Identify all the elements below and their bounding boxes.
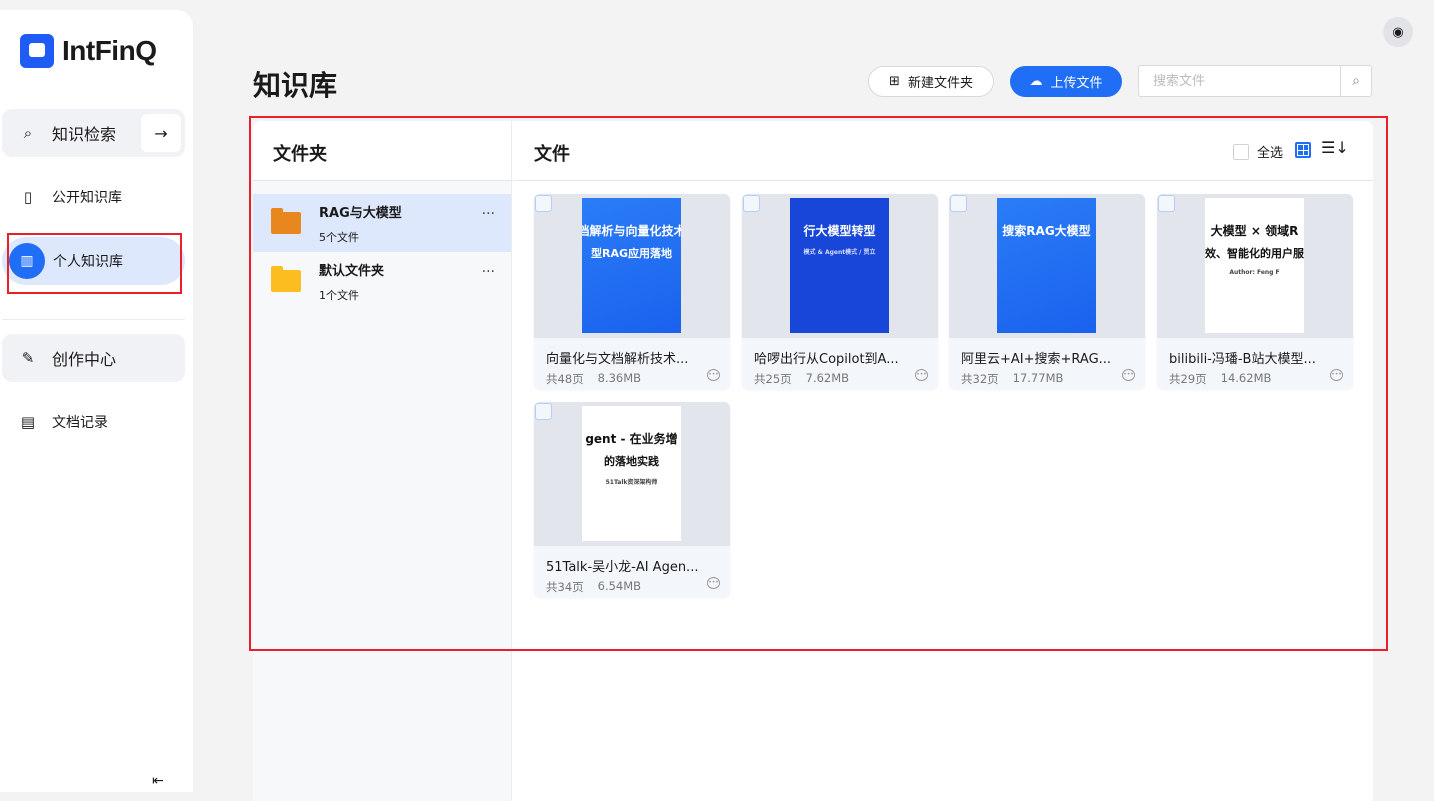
sidebar-item-document-history[interactable]: ▤ 文档记录 bbox=[2, 398, 185, 446]
chat-icon[interactable]: ••• bbox=[915, 369, 928, 381]
file-size: 6.54MB bbox=[597, 579, 642, 593]
file-pages: 共25页 bbox=[754, 372, 792, 386]
chat-icon[interactable]: ••• bbox=[1122, 369, 1135, 381]
sidebar-item-creation-center[interactable]: ✎ 创作中心 bbox=[2, 334, 185, 382]
more-icon[interactable]: ··· bbox=[482, 206, 495, 222]
chat-icon[interactable]: ••• bbox=[707, 577, 720, 589]
new-folder-button[interactable]: ⊞ 新建文件夹 bbox=[868, 66, 994, 97]
document-cover: 行大模型转型 模式 & Agent模式 / 贾立 bbox=[790, 198, 889, 333]
book-icon: ▯ bbox=[23, 188, 33, 206]
sidebar-item-label: 个人知识库 bbox=[53, 254, 123, 270]
file-pages: 共34页 bbox=[546, 580, 584, 594]
file-card[interactable]: gent - 在业务增 的落地实践 51Talk资深架构师 51Talk-吴小龙-A… bbox=[534, 402, 730, 597]
folder-item[interactable]: 默认文件夹 1个文件 ··· bbox=[253, 252, 511, 310]
more-icon[interactable]: ··· bbox=[482, 264, 495, 280]
search-icon: ⌕ bbox=[1352, 73, 1360, 89]
sidebar-item-label: 知识检索 bbox=[52, 125, 117, 144]
folder-item[interactable]: RAG与大模型 5个文件 ··· bbox=[253, 194, 511, 252]
file-pages: 共29页 bbox=[1169, 372, 1207, 386]
sidebar-item-knowledge-search[interactable]: ⌕ 知识检索 → bbox=[2, 109, 185, 157]
document-cover: gent - 在业务增 的落地实践 51Talk资深架构师 bbox=[582, 406, 681, 541]
folder-count: 1个文件 bbox=[319, 288, 359, 302]
edit-icon: ✎ bbox=[21, 349, 35, 367]
sidebar-item-label: 文档记录 bbox=[52, 415, 108, 431]
brand-name: IntFinQ bbox=[62, 35, 157, 66]
file-checkbox[interactable] bbox=[743, 195, 760, 212]
file-name: 向量化与文档解析技术... bbox=[546, 352, 689, 367]
select-all[interactable]: 全选 bbox=[1233, 142, 1283, 161]
file-size: 14.62MB bbox=[1220, 371, 1272, 385]
file-size: 7.62MB bbox=[805, 371, 850, 385]
file-name: 阿里云+AI+搜索+RAG... bbox=[961, 352, 1112, 367]
page-title: 知识库 bbox=[253, 69, 338, 102]
file-area: 文件 全选 ☰↓ 档解析与向量化技术 型RAG应用落地 向量化与文档解析技术...… bbox=[513, 121, 1373, 801]
files-header: 文件 全选 ☰↓ bbox=[513, 121, 1373, 181]
go-arrow-button[interactable]: → bbox=[141, 114, 181, 152]
folder-icon bbox=[271, 208, 301, 234]
search-box: ⌕ bbox=[1138, 65, 1372, 97]
search-button[interactable]: ⌕ bbox=[1340, 66, 1371, 96]
folder-name: 默认文件夹 bbox=[319, 263, 385, 279]
upload-label: 上传文件 bbox=[1050, 76, 1103, 91]
sidebar: IntFinQ ⌕ 知识检索 → ▯ 公开知识库 ▥ 个人知识库 ✎ 创作中心 … bbox=[0, 10, 193, 792]
file-size: 8.36MB bbox=[597, 371, 642, 385]
new-folder-label: 新建文件夹 bbox=[907, 76, 973, 91]
arrow-right-icon: → bbox=[154, 123, 168, 143]
file-checkbox[interactable] bbox=[1158, 195, 1175, 212]
divider bbox=[2, 319, 185, 320]
library-icon: ▥ bbox=[9, 243, 45, 279]
file-thumbnail: 搜索RAG大模型 bbox=[949, 194, 1145, 338]
collapse-sidebar-icon[interactable]: ⇤ bbox=[152, 773, 164, 789]
user-avatar[interactable]: ◉ bbox=[1383, 17, 1413, 47]
file-thumbnail: 大模型 × 领域R 效、智能化的用户服 Author: Feng F bbox=[1157, 194, 1353, 338]
file-name: bilibili-冯璠-B站大模型... bbox=[1169, 352, 1316, 367]
file-card[interactable]: 大模型 × 领域R 效、智能化的用户服 Author: Feng F bilibil… bbox=[1157, 194, 1353, 389]
folder-count: 5个文件 bbox=[319, 230, 359, 244]
document-search-icon: ▤ bbox=[20, 413, 36, 431]
file-thumbnail: 行大模型转型 模式 & Agent模式 / 贾立 bbox=[742, 194, 938, 338]
sidebar-item-personal-library[interactable]: ▥ 个人知识库 bbox=[2, 237, 185, 285]
document-cover: 大模型 × 领域R 效、智能化的用户服 Author: Feng F bbox=[1205, 198, 1304, 333]
logo: IntFinQ bbox=[20, 34, 157, 68]
folder-name: RAG与大模型 bbox=[319, 205, 402, 221]
file-checkbox[interactable] bbox=[950, 195, 967, 212]
chat-icon[interactable]: ••• bbox=[707, 369, 720, 381]
search-icon: ⌕ bbox=[23, 124, 33, 142]
folder-icon bbox=[271, 266, 301, 292]
file-card[interactable]: 行大模型转型 模式 & Agent模式 / 贾立 哈啰出行从Copilot到A..… bbox=[742, 194, 938, 389]
file-pages: 共32页 bbox=[961, 372, 999, 386]
file-name: 51Talk-吴小龙-AI Agen... bbox=[546, 560, 699, 575]
cloud-upload-icon: ☁ bbox=[1029, 74, 1043, 89]
file-card[interactable]: 档解析与向量化技术 型RAG应用落地 向量化与文档解析技术... 共48页 8.36… bbox=[534, 194, 730, 389]
sort-icon[interactable]: ☰↓ bbox=[1321, 138, 1349, 157]
files-heading: 文件 bbox=[534, 144, 570, 165]
folder-plus-icon: ⊞ bbox=[889, 74, 900, 89]
document-cover: 档解析与向量化技术 型RAG应用落地 bbox=[582, 198, 681, 333]
file-checkbox[interactable] bbox=[535, 195, 552, 212]
file-thumbnail: gent - 在业务增 的落地实践 51Talk资深架构师 bbox=[534, 402, 730, 546]
file-checkbox[interactable] bbox=[535, 403, 552, 420]
folders-heading: 文件夹 bbox=[253, 121, 511, 181]
document-cover: 搜索RAG大模型 bbox=[997, 198, 1096, 333]
library-panel: 文件夹 RAG与大模型 5个文件 ··· 默认文件夹 1个文件 ··· 文件 全选 … bbox=[253, 121, 1373, 801]
sidebar-item-label: 创作中心 bbox=[52, 350, 117, 369]
logo-icon bbox=[20, 34, 54, 68]
grid-view-icon[interactable] bbox=[1295, 142, 1311, 158]
search-input[interactable] bbox=[1139, 66, 1340, 96]
upload-file-button[interactable]: ☁ 上传文件 bbox=[1010, 66, 1122, 97]
select-all-label: 全选 bbox=[1257, 146, 1284, 161]
file-card[interactable]: 搜索RAG大模型 阿里云+AI+搜索+RAG... 共32页 17.77MB ••… bbox=[949, 194, 1145, 389]
file-size: 17.77MB bbox=[1012, 371, 1064, 385]
chat-icon[interactable]: ••• bbox=[1330, 369, 1343, 381]
sidebar-item-label: 公开知识库 bbox=[52, 190, 122, 206]
file-pages: 共48页 bbox=[546, 372, 584, 386]
sidebar-item-public-library[interactable]: ▯ 公开知识库 bbox=[2, 173, 185, 221]
select-all-checkbox[interactable] bbox=[1233, 143, 1249, 160]
folder-list: 文件夹 RAG与大模型 5个文件 ··· 默认文件夹 1个文件 ··· bbox=[253, 121, 512, 801]
file-name: 哈啰出行从Copilot到A... bbox=[754, 352, 899, 367]
file-thumbnail: 档解析与向量化技术 型RAG应用落地 bbox=[534, 194, 730, 338]
